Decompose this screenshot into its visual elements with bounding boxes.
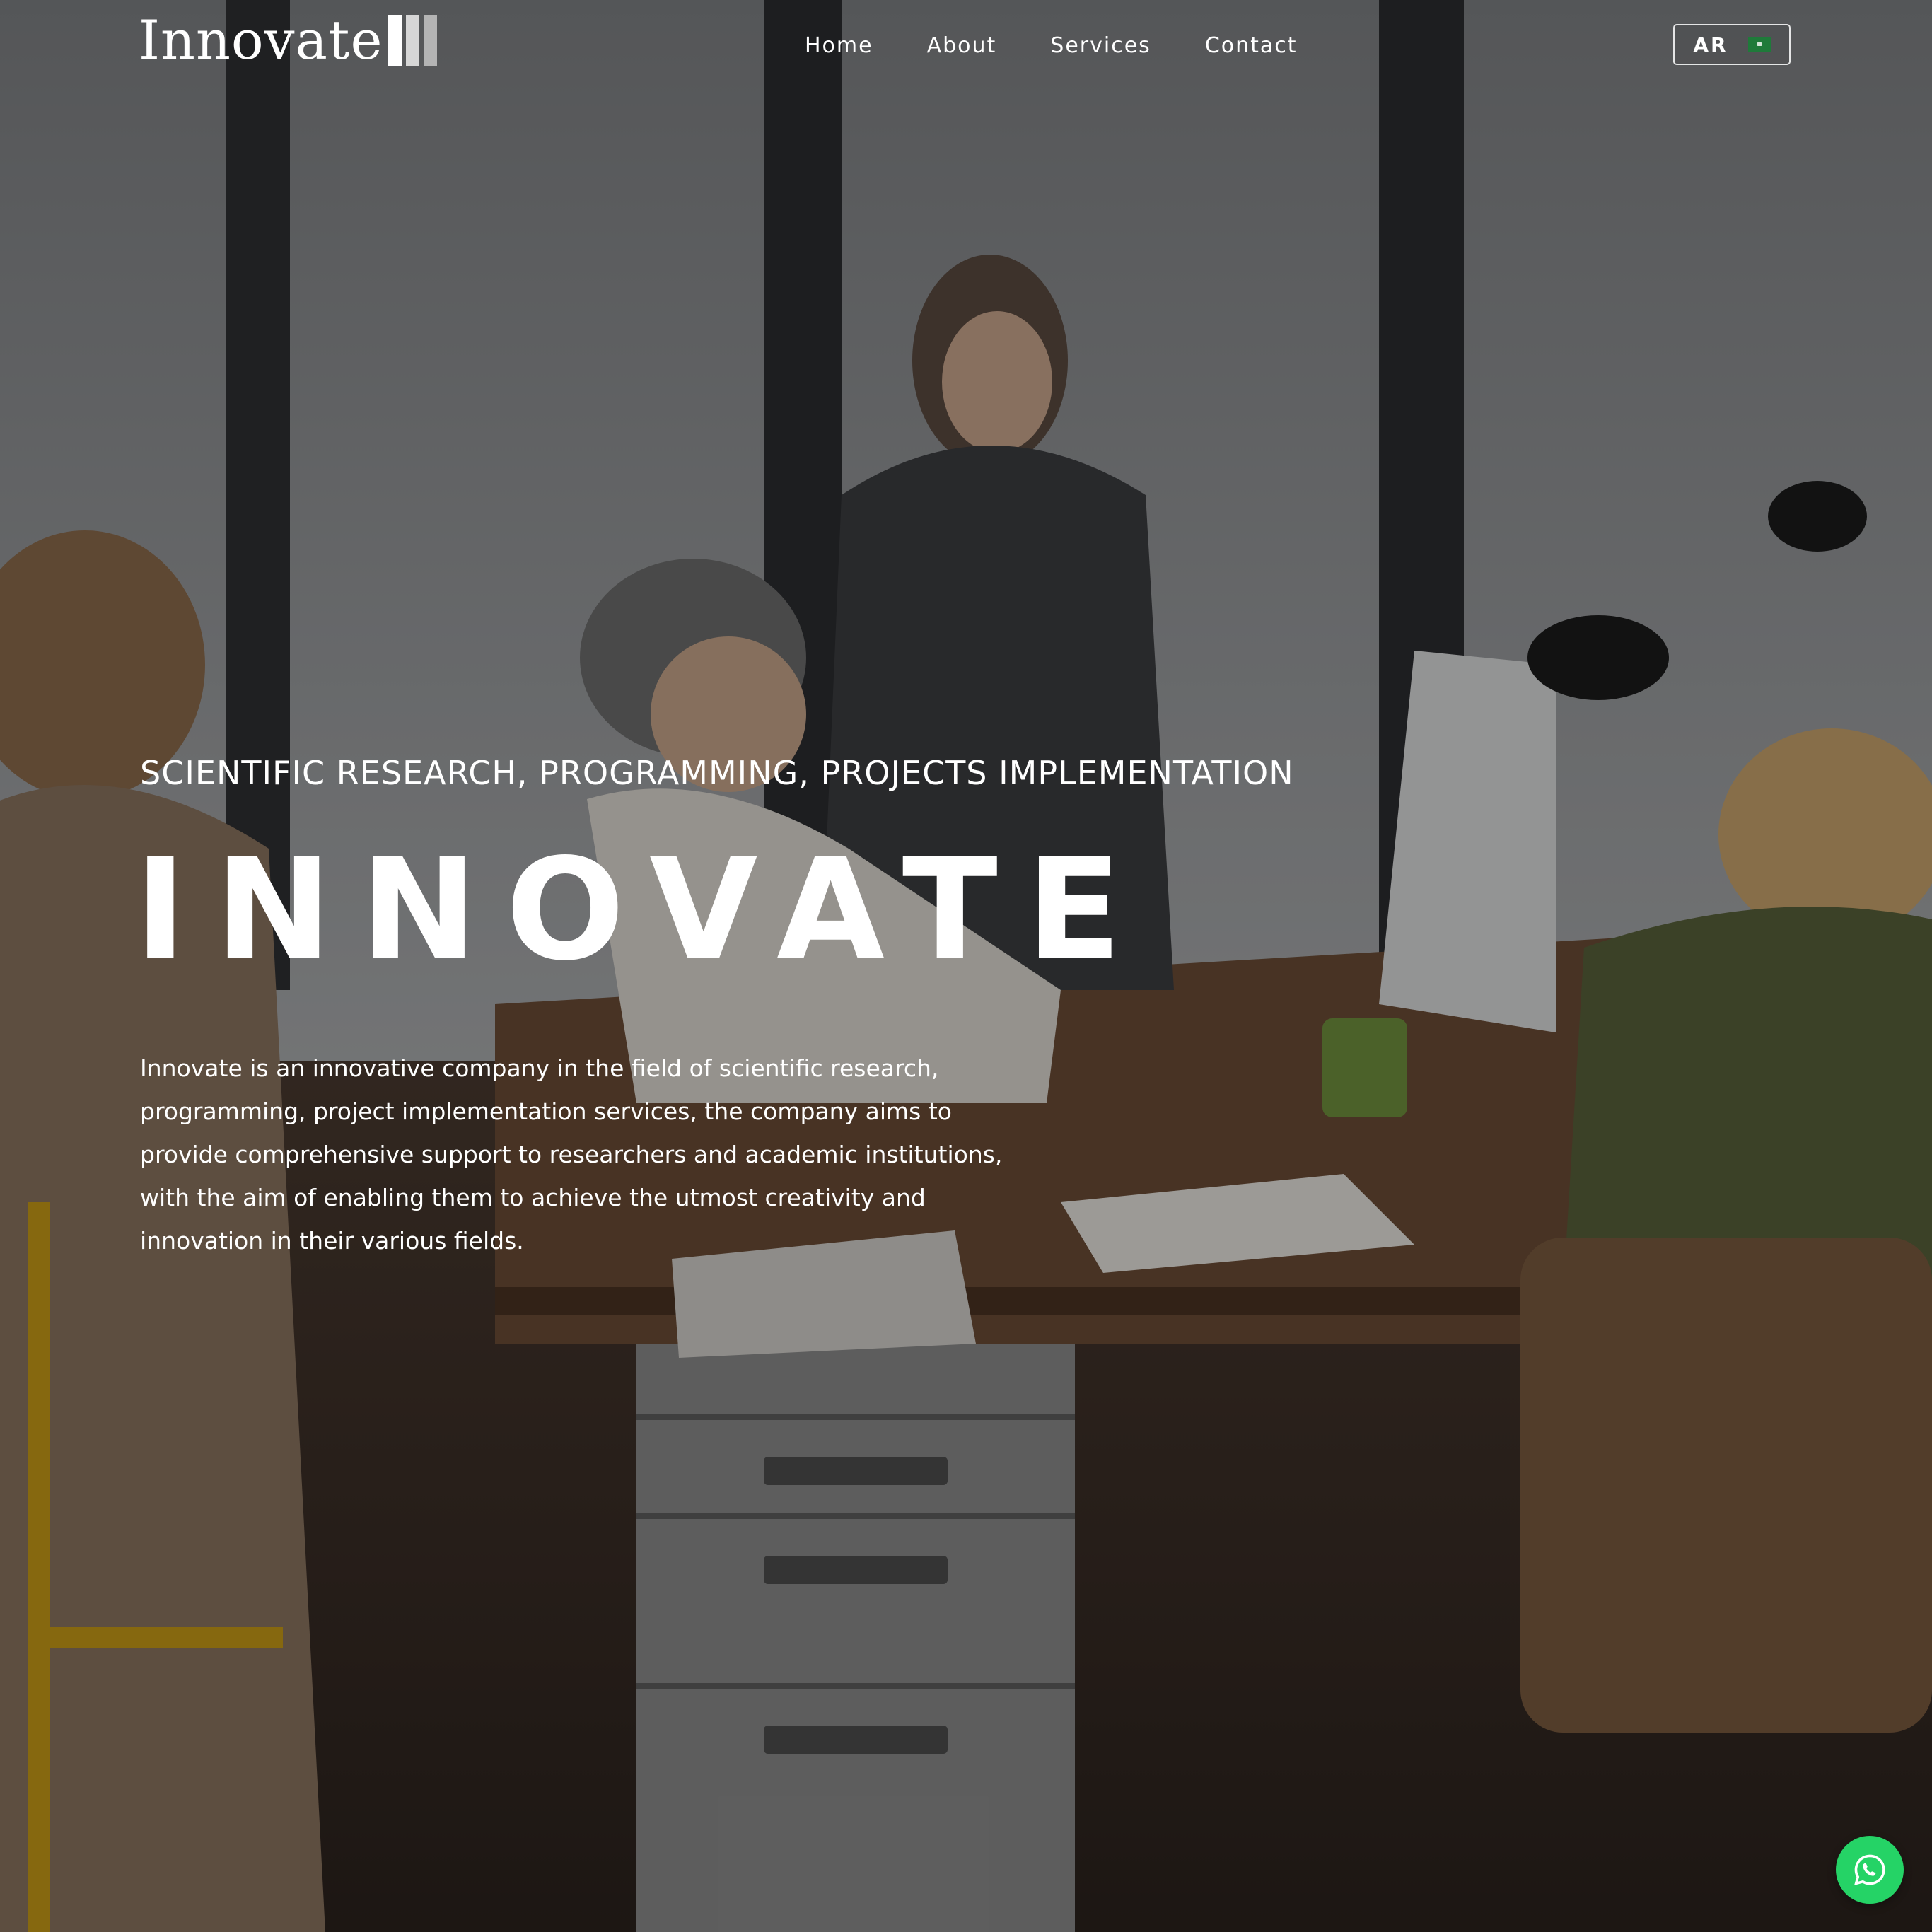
site-header: Innovate Home About Services Contact AR: [0, 0, 1932, 92]
hero-tagline: SCIENTIFIC RESEARCH, PROGRAMMING, PROJEC…: [140, 754, 1294, 792]
nav-home-link[interactable]: Home: [805, 33, 873, 58]
language-label: AR: [1693, 33, 1728, 57]
nav-about-link[interactable]: About: [927, 33, 997, 58]
language-switch-button[interactable]: AR: [1673, 24, 1791, 65]
hero-description: Innovate is an innovative company in the…: [140, 1054, 1003, 1255]
logo-text: Innovate: [139, 8, 383, 71]
logo[interactable]: Innovate: [139, 8, 438, 72]
saudi-flag-icon: [1747, 37, 1771, 52]
whatsapp-icon: [1854, 1854, 1885, 1885]
page: Innovate Home About Services Contact AR …: [0, 0, 1932, 1932]
whatsapp-button[interactable]: [1836, 1836, 1904, 1904]
main-nav: Home About Services Contact: [805, 25, 1298, 65]
hero-title: INNOVATE: [134, 828, 1151, 991]
logo-bars-icon: [388, 15, 438, 66]
nav-contact-link[interactable]: Contact: [1205, 33, 1298, 58]
nav-services-link[interactable]: Services: [1050, 33, 1151, 58]
